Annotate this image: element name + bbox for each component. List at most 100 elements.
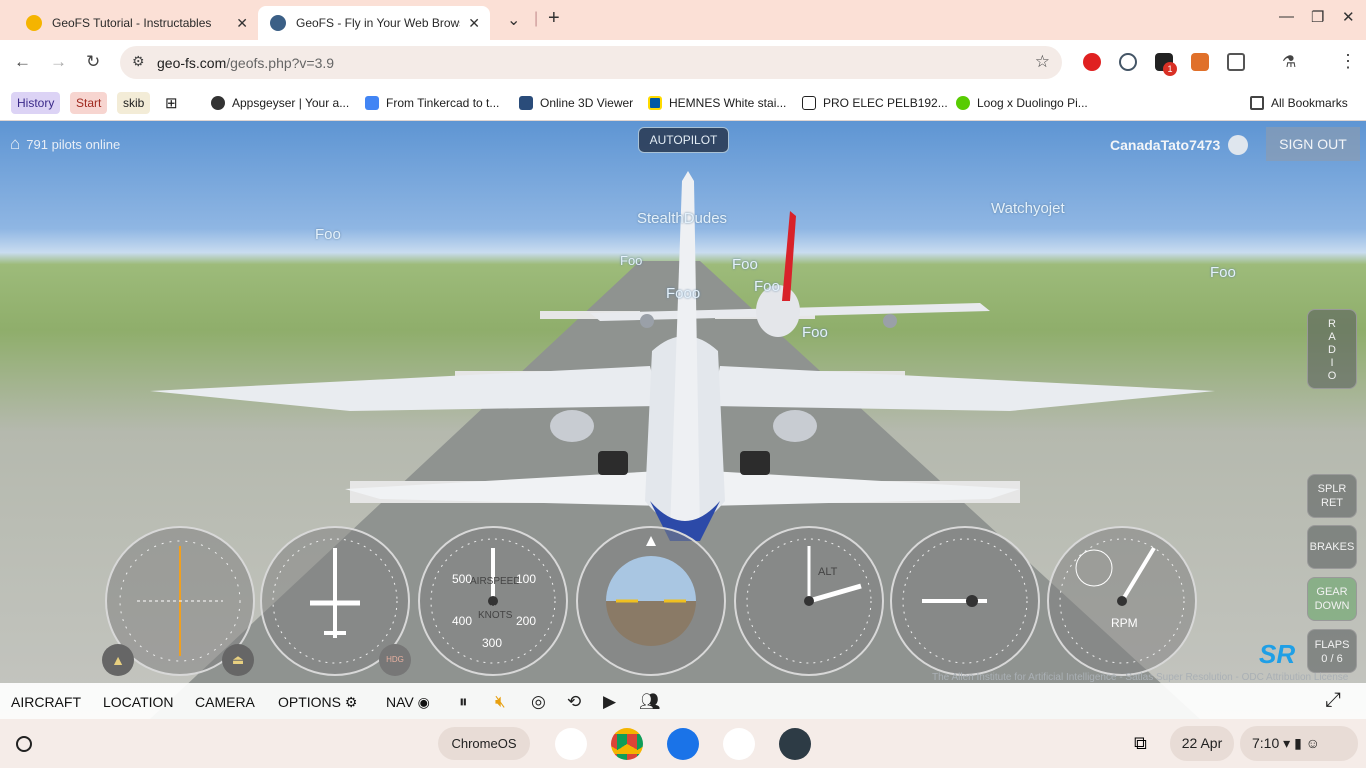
player-label: StealthDudes <box>637 210 728 227</box>
hdg-button[interactable]: HDG <box>379 644 411 676</box>
geofs-favicon-icon <box>270 15 286 31</box>
bookmarks-bar: History Start skib ⊞ Appsgeyser | Your a… <box>0 85 1366 121</box>
bookmark-skib[interactable]: skib <box>117 92 151 114</box>
bookmark-start[interactable]: Start <box>70 92 108 114</box>
aircraft-left-gear <box>598 451 628 475</box>
close-tab-icon[interactable]: ✕ <box>236 15 248 32</box>
address-bar[interactable]: ⚙ geo-fs.com/geofs.php?v=3.9 ☆ <box>120 46 1062 79</box>
fullscreen-icon[interactable]: ⤢ <box>1325 689 1341 712</box>
chromeos-pill[interactable]: ChromeOS <box>438 727 530 760</box>
forward-arrow-icon[interactable]: → <box>50 52 67 72</box>
play-icon[interactable]: ▶ <box>603 692 616 712</box>
aircraft-right-gear <box>740 451 770 475</box>
menu-aircraft[interactable]: AIRCRAFT <box>11 694 81 710</box>
player-label: Foo <box>315 226 341 243</box>
instructables-favicon-icon <box>26 15 42 31</box>
gear-icon: ⚙ <box>344 694 358 710</box>
wifi-icon: ▾ <box>1283 735 1291 751</box>
compass-toggle-icon[interactable]: ▲ <box>102 644 134 676</box>
minimize-icon[interactable]: — <box>1279 8 1294 25</box>
player-label: Foo <box>1210 264 1236 281</box>
maximize-icon[interactable]: ❐ <box>1311 8 1324 26</box>
game-menu-bar: AIRCRAFT LOCATION CAMERA OPTIONS ⚙ NAV ◉… <box>0 683 1366 719</box>
aircraft-left-wing <box>150 366 660 411</box>
gear-button[interactable]: GEAR DOWN <box>1307 577 1357 621</box>
google-docs-icon <box>365 96 379 110</box>
tab-divider: | <box>534 10 539 27</box>
bookmark-appsgeyser[interactable]: Appsgeyser | Your a... <box>211 92 349 114</box>
tab-geofs-tutorial[interactable]: GeoFS Tutorial - Instructables ✕ <box>14 6 258 40</box>
amazon-icon <box>802 96 816 110</box>
pause-icon[interactable]: ⏸ <box>459 692 468 712</box>
bookmark-tinkercad[interactable]: From Tinkercad to t... <box>365 92 499 114</box>
bookmark-history[interactable]: History <box>11 92 61 114</box>
close-window-icon[interactable]: ✕ <box>1342 8 1355 26</box>
gauge-mode-icon[interactable]: ⏏ <box>222 644 254 676</box>
vertical-speed-gauge <box>890 526 1040 676</box>
players-icon[interactable]: 👥︎ <box>639 692 661 712</box>
aircraft-left-engine <box>550 410 594 442</box>
bookmark-star-icon[interactable]: ☆ <box>1035 52 1050 72</box>
extension-circle-icon[interactable] <box>1119 53 1137 71</box>
radio-button[interactable]: R A D I O <box>1307 309 1357 389</box>
bookmark-loog-duolingo[interactable]: Loog x Duolingo Pi... <box>956 92 1088 114</box>
tab-geofs[interactable]: GeoFS - Fly in Your Web Browser ✕ <box>258 6 490 40</box>
compass-icon: ◉ <box>417 694 430 710</box>
gemini-app-icon[interactable] <box>555 728 587 760</box>
status-tray[interactable]: 7:10 ▾ ▮ ☺ <box>1240 726 1358 761</box>
view-eye-icon[interactable]: ◎ <box>531 692 546 712</box>
brakes-button[interactable]: BRAKES <box>1307 525 1357 569</box>
menu-location[interactable]: LOCATION <box>103 694 174 710</box>
back-arrow-icon[interactable]: ← <box>14 52 31 72</box>
labs-flask-icon[interactable]: ⚗ <box>1282 52 1296 72</box>
geofs-app-icon[interactable] <box>779 728 811 760</box>
screenshot-icon[interactable]: ⧉ <box>1134 733 1147 754</box>
menu-camera[interactable]: CAMERA <box>195 694 255 710</box>
bookmark-hemnes[interactable]: HEMNES White stai... <box>648 92 786 114</box>
launcher-icon[interactable] <box>16 736 32 752</box>
reset-icon[interactable]: ⟲ <box>567 692 581 712</box>
date-pill[interactable]: 22 Apr <box>1170 726 1234 761</box>
autopilot-button[interactable]: AUTOPILOT <box>638 127 729 153</box>
menu-kebab-icon[interactable]: ⋮ <box>1339 51 1357 72</box>
apps-grid-icon[interactable]: ⊞ <box>165 92 178 114</box>
flaps-button[interactable]: FLAPS 0 / 6 <box>1307 629 1357 673</box>
tab-search-chevron-icon[interactable]: ⌄ <box>507 10 520 30</box>
files-app-icon[interactable] <box>667 728 699 760</box>
home-icon[interactable]: ⌂ <box>10 134 20 154</box>
menu-options[interactable]: OPTIONS ⚙ <box>278 694 357 711</box>
browser-toolbar: ← → ↻ ⚙ geo-fs.com/geofs.php?v=3.9 ☆ 1 ⚗… <box>0 40 1366 85</box>
mute-icon[interactable]: 🔇︎ <box>495 692 506 712</box>
new-tab-plus-icon[interactable]: + <box>548 7 560 30</box>
player-label: Foo <box>732 256 758 273</box>
sign-out-button[interactable]: SIGN OUT <box>1266 127 1360 161</box>
play-store-app-icon[interactable] <box>723 728 755 760</box>
account-icon: ☺ <box>1305 735 1320 751</box>
reload-icon[interactable]: ↻ <box>86 52 100 72</box>
extension-orange-icon[interactable] <box>1191 53 1209 71</box>
spoilers-button[interactable]: SPLR RET <box>1307 474 1357 518</box>
chromeos-shelf: ChromeOS ⧉ 22 Apr 7:10 ▾ ▮ ☺ <box>0 719 1366 768</box>
url-text[interactable]: geo-fs.com/geofs.php?v=3.9 <box>157 55 334 71</box>
bookmark-pro-elec[interactable]: PRO ELEC PELB192... <box>802 92 948 114</box>
geofs-game-view[interactable]: ⌂ 791 pilots online AUTOPILOT CanadaTato… <box>0 121 1366 719</box>
player-label: Foo <box>754 278 780 295</box>
extensions-puzzle-icon[interactable] <box>1227 53 1245 71</box>
pilots-online: ⌂ 791 pilots online <box>10 134 121 154</box>
site-info-icon[interactable]: ⚙ <box>132 53 145 70</box>
battery-icon: ▮ <box>1294 735 1302 751</box>
bookmark-3d-viewer[interactable]: Online 3D Viewer <box>519 92 633 114</box>
map-attribution[interactable]: The Allen Institute for Artificial Intel… <box>932 672 1348 683</box>
adblock-extension-icon[interactable] <box>1083 53 1101 71</box>
player-label: Foo <box>802 324 828 341</box>
attitude-indicator-gauge <box>576 526 726 676</box>
chrome-app-icon[interactable] <box>611 728 643 760</box>
user-account[interactable]: CanadaTato7473 <box>1110 135 1249 155</box>
close-tab-icon[interactable]: ✕ <box>468 15 480 32</box>
all-bookmarks[interactable]: All Bookmarks <box>1250 92 1348 114</box>
rpm-gauge: RPM <box>1047 526 1197 676</box>
menu-nav[interactable]: NAV ◉ <box>386 694 430 711</box>
account-avatar-icon <box>1228 135 1249 155</box>
ikea-icon <box>648 96 662 110</box>
airspeed-gauge: AIRSPEED KNOTS 500 100 400 200 300 <box>418 526 568 676</box>
